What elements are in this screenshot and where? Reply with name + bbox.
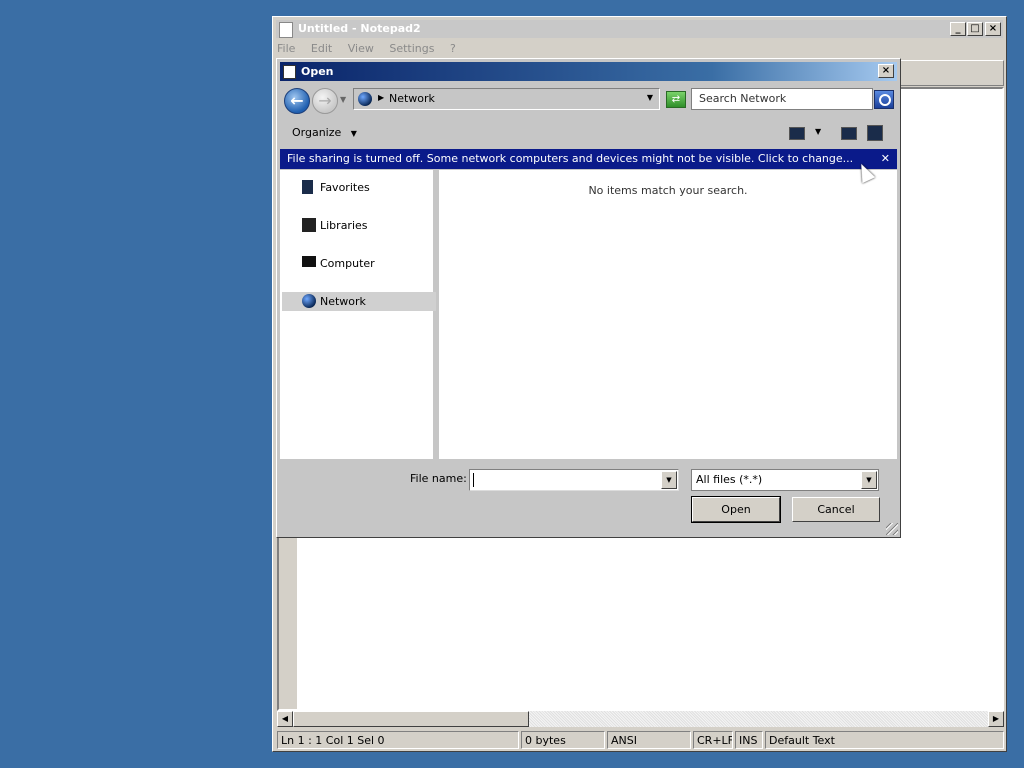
dialog-title: Open xyxy=(301,65,334,78)
notepad-app-icon xyxy=(279,22,293,38)
scroll-right-button[interactable]: ▶ xyxy=(988,711,1004,727)
file-list[interactable]: No items match your search. xyxy=(439,170,897,459)
status-bar: Ln 1 : 1 Col 1 Sel 0 0 bytes ANSI CR+LF … xyxy=(277,731,1004,749)
scroll-thumb[interactable] xyxy=(293,711,529,727)
empty-message: No items match your search. xyxy=(588,184,748,197)
change-view-icon[interactable] xyxy=(789,127,805,140)
open-button[interactable]: Open xyxy=(691,496,781,523)
nav-item-label: Favorites xyxy=(320,181,370,194)
libraries-icon xyxy=(302,218,316,232)
file-name-label: File name: xyxy=(410,472,467,485)
network-icon xyxy=(358,92,372,106)
recent-locations-dropdown[interactable]: ▼ xyxy=(340,95,346,104)
dialog-close-button[interactable]: × xyxy=(878,64,894,78)
nav-item-computer[interactable]: Computer xyxy=(282,254,436,273)
refresh-button[interactable]: ⇄ xyxy=(666,91,686,108)
back-button[interactable]: ← xyxy=(284,88,310,114)
notepad-title-bar[interactable]: Untitled - Notepad2 _ □ × xyxy=(276,20,1003,38)
close-button[interactable]: × xyxy=(985,22,1001,36)
infobar-text: File sharing is turned off. Some network… xyxy=(287,152,854,165)
organize-label: Organize xyxy=(292,126,342,139)
organize-button[interactable]: Organize ▼ xyxy=(292,126,357,139)
status-mode: INS xyxy=(735,731,763,749)
dialog-icon xyxy=(283,65,296,79)
help-icon[interactable] xyxy=(867,125,883,141)
cancel-button[interactable]: Cancel xyxy=(792,497,880,522)
nav-item-label: Computer xyxy=(320,257,375,270)
breadcrumb-separator-icon[interactable]: ▶ xyxy=(378,93,384,102)
chevron-down-icon: ▼ xyxy=(350,129,357,138)
scroll-left-button[interactable]: ◀ xyxy=(277,711,293,727)
address-dropdown-icon[interactable]: ▼ xyxy=(647,93,653,102)
address-bar[interactable]: ▶ Network ▼ xyxy=(353,88,660,110)
navigation-pane: Favorites Libraries Computer Network xyxy=(280,170,436,459)
preview-pane-icon[interactable] xyxy=(841,127,857,140)
file-type-dropdown-button[interactable]: ▼ xyxy=(861,471,877,489)
command-bar: Organize ▼ ▼ xyxy=(280,119,897,147)
network-icon xyxy=(302,294,316,308)
nav-item-favorites[interactable]: Favorites xyxy=(282,178,436,197)
view-options-chevron-icon[interactable]: ▼ xyxy=(815,127,821,136)
resize-grip[interactable] xyxy=(886,523,898,535)
file-type-select[interactable]: All files (*.*) ▼ xyxy=(691,469,879,491)
status-size: 0 bytes xyxy=(521,731,605,749)
menu-settings[interactable]: Settings xyxy=(389,42,434,55)
file-name-dropdown-button[interactable]: ▼ xyxy=(661,471,677,489)
address-text[interactable]: Network xyxy=(389,92,435,105)
file-sharing-infobar[interactable]: File sharing is turned off. Some network… xyxy=(280,149,897,169)
search-icon[interactable] xyxy=(874,90,894,109)
nav-item-label: Libraries xyxy=(320,219,368,232)
text-caret xyxy=(473,473,474,487)
maximize-button[interactable]: □ xyxy=(967,22,983,36)
search-input[interactable]: Search Network xyxy=(691,88,873,110)
nav-item-libraries[interactable]: Libraries xyxy=(282,216,436,235)
horizontal-scrollbar[interactable]: ◀ ▶ xyxy=(277,711,1004,727)
dialog-title-bar[interactable]: Open × xyxy=(280,62,897,81)
minimize-button[interactable]: _ xyxy=(950,22,966,36)
menu-help[interactable]: ? xyxy=(450,42,456,55)
nav-item-label: Network xyxy=(320,295,366,308)
menu-edit[interactable]: Edit xyxy=(311,42,332,55)
file-type-value: All files (*.*) xyxy=(696,473,763,486)
open-dialog: Open × ← → ▼ ▶ Network ▼ ⇄ Search Networ… xyxy=(276,58,901,538)
menu-file[interactable]: File xyxy=(277,42,295,55)
menu-view[interactable]: View xyxy=(348,42,374,55)
forward-button[interactable]: → xyxy=(312,88,338,114)
infobar-close-icon[interactable]: ✕ xyxy=(881,149,890,169)
nav-item-network[interactable]: Network xyxy=(282,292,436,311)
status-scheme: Default Text xyxy=(765,731,1004,749)
favorites-icon xyxy=(302,180,313,194)
menu-bar: File Edit View Settings ? xyxy=(277,40,468,58)
file-name-input[interactable]: ▼ xyxy=(469,469,679,491)
status-line-endings: CR+LF xyxy=(693,731,733,749)
notepad-title: Untitled - Notepad2 xyxy=(298,22,421,35)
computer-icon xyxy=(302,256,316,267)
status-encoding: ANSI xyxy=(607,731,691,749)
status-position: Ln 1 : 1 Col 1 Sel 0 xyxy=(277,731,519,749)
